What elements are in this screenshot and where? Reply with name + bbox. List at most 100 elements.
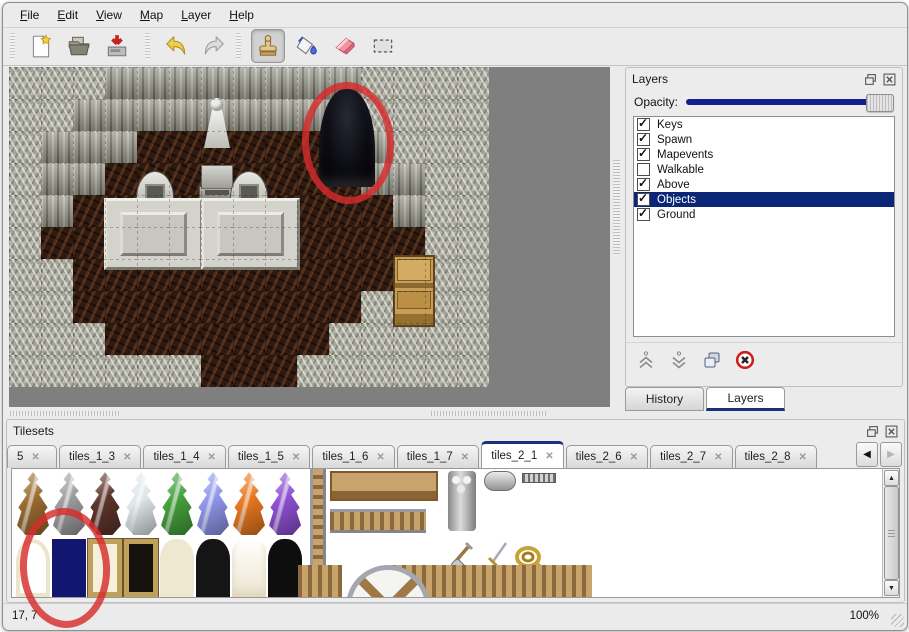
layer-row-walkable[interactable]: Walkable [634,162,894,177]
close-tab-icon[interactable]: ✕ [714,452,722,463]
map-tile[interactable] [169,323,201,355]
tile-melt-white[interactable] [232,539,266,597]
map-tile[interactable] [265,291,297,323]
close-tab-icon[interactable]: ✕ [630,452,638,463]
map-tile[interactable] [393,67,425,99]
dock-tab-history[interactable]: History [625,387,704,411]
map-tile[interactable] [105,355,137,387]
map-tile[interactable] [9,291,41,323]
close-panel-icon[interactable] [884,425,898,438]
layer-row-mapevents[interactable]: Mapevents [634,147,894,162]
layer-visibility-checkbox[interactable] [637,133,650,146]
layer-row-ground[interactable]: Ground [634,207,894,222]
tile-wood-platform[interactable] [330,471,438,501]
tile-crystal-blue[interactable] [196,471,230,535]
toolbar-handle[interactable] [145,33,150,59]
layer-row-objects[interactable]: Objects [634,192,894,207]
map-tile[interactable] [361,291,393,323]
redo-button[interactable] [198,30,230,62]
map-tile[interactable] [329,323,361,355]
tileset-scrollbar[interactable]: ▲ ▼ [882,469,899,597]
map-tile[interactable] [361,323,393,355]
map-tile[interactable] [393,131,425,163]
tile-rail-horizontal[interactable] [330,509,426,533]
map-tile[interactable] [265,99,297,131]
map-tile[interactable] [457,291,489,323]
map-tile[interactable] [361,355,393,387]
map-tile[interactable] [425,355,457,387]
scroll-down-icon[interactable]: ▼ [884,580,899,596]
map-tile[interactable] [425,67,457,99]
map-tile[interactable] [73,355,105,387]
wooden-cabinet[interactable] [393,255,435,327]
map-tile[interactable] [9,99,41,131]
map-tile[interactable] [9,323,41,355]
map-tile[interactable] [105,99,137,131]
map-tile[interactable] [201,291,233,323]
stone-tomb-left[interactable] [104,198,203,270]
stamp-tool-button[interactable] [251,29,285,63]
close-tab-icon[interactable]: ✕ [376,452,384,463]
map-tile[interactable] [393,195,425,227]
map-tile[interactable] [425,99,457,131]
map-tile[interactable] [361,259,393,291]
layer-list[interactable]: KeysSpawnMapeventsWalkableAboveObjectsGr… [633,116,895,337]
float-panel-icon[interactable] [865,425,879,438]
map-tile[interactable] [9,195,41,227]
map-tile[interactable] [297,323,329,355]
map-tile[interactable] [73,67,105,99]
map-tile[interactable] [137,99,169,131]
map-tile[interactable] [457,259,489,291]
toolbar-handle[interactable] [236,33,241,59]
layer-row-above[interactable]: Above [634,177,894,192]
map-tile[interactable] [457,227,489,259]
tileset-tab-tiles_1_5[interactable]: tiles_1_5✕ [228,445,310,468]
map-tile[interactable] [393,163,425,195]
scrollbar-thumb[interactable] [884,486,899,580]
map-tile[interactable] [137,291,169,323]
map-tile[interactable] [457,99,489,131]
map-tile[interactable] [41,227,73,259]
tileset-tab-tiles_2_6[interactable]: tiles_2_6✕ [566,445,648,468]
map-tile[interactable] [73,227,105,259]
map-tile[interactable] [73,131,105,163]
menu-layer[interactable]: Layer [172,5,220,25]
map-tile[interactable] [425,195,457,227]
tile-crystal-purple[interactable] [268,471,302,535]
tileset-tab-tiles_1_3[interactable]: tiles_1_3✕ [59,445,141,468]
duplicate-layer-button[interactable] [700,349,724,371]
map-tile[interactable] [73,99,105,131]
map-tile[interactable] [9,355,41,387]
map-tile[interactable] [105,131,137,163]
map-tile[interactable] [9,131,41,163]
map-tile[interactable] [137,355,169,387]
map-tile[interactable] [201,323,233,355]
close-tab-icon[interactable]: ✕ [799,452,807,463]
map-tile[interactable] [9,67,41,99]
menu-map[interactable]: Map [131,5,172,25]
map-tile[interactable] [41,163,73,195]
map-tile[interactable] [297,227,329,259]
tile-door-frame-dark[interactable] [124,539,158,597]
tile-arch-black[interactable] [196,539,230,597]
map-tile[interactable] [457,355,489,387]
layer-visibility-checkbox[interactable] [637,163,650,176]
dock-tab-layers[interactable]: Layers [706,387,785,411]
tile-crystal-orange[interactable] [232,471,266,535]
raise-layer-button[interactable] [634,349,658,371]
opacity-slider[interactable] [686,94,894,110]
layer-visibility-checkbox[interactable] [637,193,650,206]
close-panel-icon[interactable] [882,73,896,86]
tileset-tab-tiles_2_8[interactable]: tiles_2_8✕ [735,445,817,468]
tile-crystal-green[interactable] [160,471,194,535]
tile-metal-bars[interactable] [522,473,556,483]
map-tile[interactable] [361,227,393,259]
map-tile[interactable] [73,259,105,291]
map-tile[interactable] [425,323,457,355]
map-tile[interactable] [73,195,105,227]
map-tile[interactable] [137,323,169,355]
close-tab-icon[interactable]: ✕ [207,452,215,463]
vertical-splitter[interactable] [610,67,623,407]
map-tile[interactable] [297,259,329,291]
map-tile[interactable] [233,355,265,387]
